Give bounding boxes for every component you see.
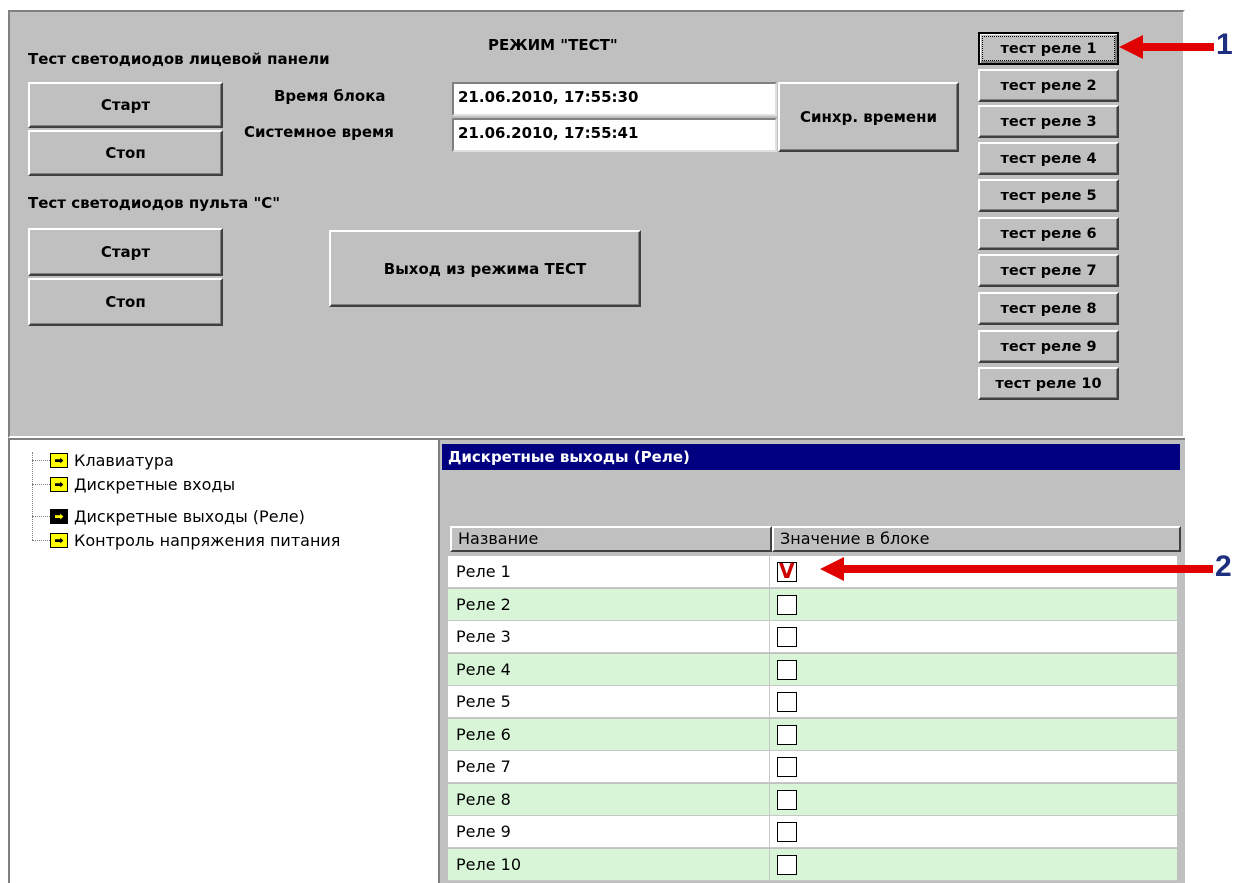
relay-name-cell: Реле 2 <box>456 594 511 614</box>
front-led-start-button[interactable]: Старт <box>28 82 223 128</box>
tree-item-label: Дискретные выходы (Реле) <box>74 506 305 526</box>
table-row: Реле 10 <box>448 848 1177 881</box>
arrow-right-icon: ➡ <box>50 508 68 524</box>
relay-test-button-3[interactable]: тест реле 3 <box>978 105 1119 138</box>
table-row: Реле 5 <box>448 686 1177 718</box>
table-row: Реле 2 <box>448 588 1177 621</box>
remote-led-stop-button[interactable]: Стоп <box>28 278 223 326</box>
cell-separator <box>769 556 770 587</box>
remote-led-start-button[interactable]: Старт <box>28 228 223 276</box>
relay-test-button-1[interactable]: тест реле 1 <box>978 32 1119 65</box>
callout-arrow-1 <box>1142 43 1214 51</box>
relay-value-checkbox[interactable] <box>777 822 797 842</box>
table-row: Реле 9 <box>448 816 1177 848</box>
tree-connector-line <box>32 484 50 485</box>
relay-name-cell: Реле 8 <box>456 789 511 809</box>
cell-separator <box>769 686 770 717</box>
arrow-right-icon: ➡ <box>50 476 68 492</box>
tree-item-keyboard[interactable]: ➡ Клавиатура <box>50 449 174 471</box>
tree-item-label: Дискретные входы <box>74 474 236 494</box>
cell-separator <box>769 848 770 880</box>
table-row: Реле 3 <box>448 621 1177 653</box>
tree-item-label: Клавиатура <box>74 450 174 470</box>
relay-name-cell: Реле 7 <box>456 757 511 776</box>
relay-value-checkbox[interactable] <box>777 627 797 647</box>
callout-arrow-2 <box>842 565 1213 573</box>
cell-separator <box>769 751 770 782</box>
column-header-value[interactable]: Значение в блоке <box>772 526 1181 552</box>
tree-item-power-monitor[interactable]: ➡ Контроль напряжения питания <box>50 529 340 551</box>
tree-item-discrete-outputs[interactable]: ➡ Дискретные выходы (Реле) <box>50 505 305 527</box>
test-mode-panel: РЕЖИМ "ТЕСТ" Тест светодиодов лицевой па… <box>8 10 1185 438</box>
block-time-field[interactable]: 21.06.2010, 17:55:30 <box>452 82 777 116</box>
relay-test-button-6[interactable]: тест реле 6 <box>978 217 1119 250</box>
mode-title: РЕЖИМ "ТЕСТ" <box>488 36 618 54</box>
table-row: Реле 4 <box>448 653 1177 686</box>
cell-separator <box>769 621 770 652</box>
cell-separator <box>769 653 770 685</box>
front-led-test-label: Тест светодиодов лицевой панели <box>28 50 330 68</box>
table-row: Реле 7 <box>448 751 1177 783</box>
relay-test-button-5[interactable]: тест реле 5 <box>978 179 1119 212</box>
relay-test-button-10[interactable]: тест реле 10 <box>978 367 1119 400</box>
front-led-stop-button[interactable]: Стоп <box>28 130 223 176</box>
relay-value-checkbox[interactable] <box>777 854 797 875</box>
column-header-name[interactable]: Название <box>450 526 772 552</box>
callout-number-2: 2 <box>1215 550 1232 583</box>
table-row: Реле 6 <box>448 718 1177 751</box>
arrow-right-icon: ➡ <box>50 532 68 548</box>
relay-test-button-8[interactable]: тест реле 8 <box>978 292 1119 325</box>
relay-test-button-9[interactable]: тест реле 9 <box>978 330 1119 363</box>
pane-title-bar: Дискретные выходы (Реле) <box>442 444 1180 470</box>
relay-name-cell: Реле 1 <box>456 562 511 581</box>
tree-item-discrete-inputs[interactable]: ➡ Дискретные входы <box>50 473 235 495</box>
relay-name-cell: Реле 3 <box>456 627 511 646</box>
table-row: Реле 8 <box>448 783 1177 816</box>
cell-separator <box>769 783 770 815</box>
relay-value-checkbox[interactable] <box>777 692 797 712</box>
block-time-label: Время блока <box>274 87 386 105</box>
relay-value-checkbox[interactable] <box>777 724 797 745</box>
relay-value-checkbox[interactable] <box>777 757 797 777</box>
relay-value-checkbox[interactable]: V <box>777 559 797 583</box>
system-time-field[interactable]: 21.06.2010, 17:55:41 <box>452 118 777 152</box>
relay-value-checkbox[interactable] <box>777 594 797 615</box>
relay-name-cell: Реле 10 <box>456 854 522 874</box>
callout-arrow-2-head <box>820 557 844 581</box>
checkmark-icon: V <box>779 559 795 583</box>
sync-time-button[interactable]: Синхр. времени <box>778 82 959 152</box>
tree-connector-line <box>32 540 50 541</box>
tree-item-label: Контроль напряжения питания <box>74 530 341 550</box>
relay-test-button-2[interactable]: тест реле 2 <box>978 69 1119 102</box>
cell-separator <box>769 588 770 620</box>
cell-separator <box>769 718 770 750</box>
tree-connector-line <box>32 516 50 517</box>
tree-connector-line <box>32 452 33 540</box>
relay-value-checkbox[interactable] <box>777 659 797 680</box>
relay-name-cell: Реле 5 <box>456 692 511 711</box>
remote-led-test-label: Тест светодиодов пульта "С" <box>28 194 281 212</box>
callout-arrow-1-head <box>1119 35 1143 59</box>
relay-test-button-4[interactable]: тест реле 4 <box>978 142 1119 175</box>
relay-value-checkbox[interactable] <box>777 789 797 810</box>
cell-separator <box>769 816 770 847</box>
relay-name-cell: Реле 6 <box>456 724 511 744</box>
relay-name-cell: Реле 4 <box>456 659 511 679</box>
callout-number-1: 1 <box>1216 28 1233 61</box>
system-time-label: Системное время <box>244 123 394 141</box>
section-tree: ➡ Клавиатура ➡ Дискретные входы ➡ Дискре… <box>8 440 438 883</box>
relay-test-button-7[interactable]: тест реле 7 <box>978 254 1119 287</box>
relay-name-cell: Реле 9 <box>456 822 511 841</box>
tree-connector-line <box>32 460 50 461</box>
arrow-right-icon: ➡ <box>50 452 68 468</box>
exit-test-mode-button[interactable]: Выход из режима ТЕСТ <box>329 230 641 307</box>
